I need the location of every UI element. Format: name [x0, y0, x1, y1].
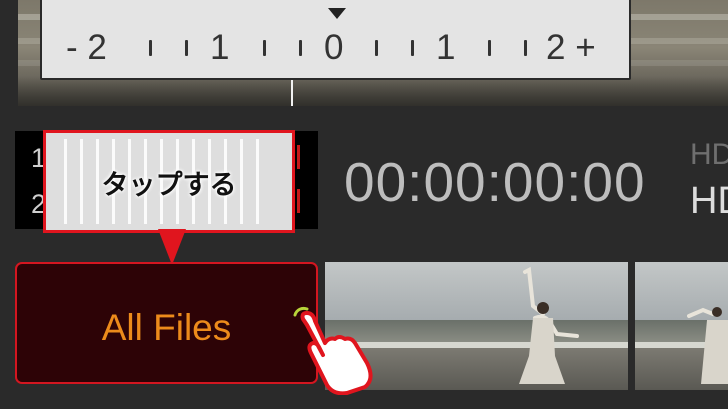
format-label: HD: [690, 138, 728, 171]
tooltip-arrow-icon: [158, 229, 186, 265]
all-files-label: All Files: [101, 307, 232, 348]
scale-tick: [375, 40, 378, 56]
dancer-figure: [687, 307, 728, 384]
peak-indicator: [297, 145, 300, 169]
scale-tick: [488, 40, 491, 56]
scale-tick: [524, 40, 527, 56]
scale-tick: [185, 40, 188, 56]
tap-hand-icon: [293, 306, 373, 395]
preview-shadow: [18, 76, 728, 106]
tap-hint-tooltip: タップする: [43, 130, 295, 233]
scale-label-minus-2: - 2: [66, 28, 107, 67]
timecode-display: 00:00:00:00: [344, 151, 646, 213]
all-files-button[interactable]: All Files: [15, 262, 318, 384]
scale-label-minus-1: 1: [210, 28, 230, 67]
scale-pointer-icon: [328, 8, 346, 19]
scale-label-plus-1: 1: [436, 28, 456, 67]
peak-indicator: [297, 189, 300, 213]
scale-tick: [299, 40, 302, 56]
scale-tick: [263, 40, 266, 56]
dancer-figure: [519, 266, 579, 384]
scale-tick: [149, 40, 152, 56]
format-value[interactable]: HD: [690, 180, 728, 223]
scale-label-plus-2: 2 +: [546, 28, 596, 67]
clip-thumbnail[interactable]: [635, 262, 728, 390]
scale-label-0: 0: [324, 28, 344, 67]
scale-tick: [411, 40, 414, 56]
exposure-scale[interactable]: - 2 1 0 1 2 +: [40, 0, 631, 80]
tooltip-text: タップする: [101, 170, 237, 201]
